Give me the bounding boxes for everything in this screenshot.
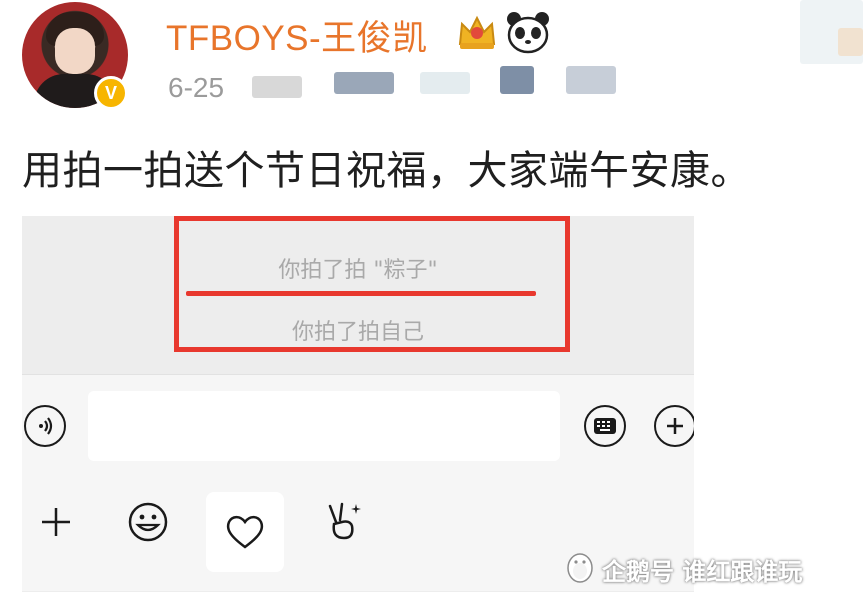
watermark-text: 企鹅号 谁红跟谁玩	[602, 558, 803, 586]
message-input[interactable]	[88, 391, 560, 461]
blurred-source	[420, 72, 470, 94]
highlight-box	[174, 216, 570, 352]
post-time: 6-25	[168, 72, 225, 103]
heart-tile[interactable]	[206, 492, 284, 572]
voice-icon[interactable]	[24, 405, 66, 447]
emoji-icon[interactable]	[126, 500, 170, 544]
penguin-logo-icon	[567, 553, 593, 583]
blurred-source	[566, 66, 616, 94]
victory-hand-icon[interactable]	[322, 500, 366, 544]
add-circle-icon[interactable]	[654, 405, 694, 447]
verified-badge-icon: V	[94, 76, 128, 110]
chat-screenshot: 你拍了拍 "粽子" 你拍了拍自己	[22, 216, 694, 592]
heart-icon	[226, 515, 264, 549]
crown-icon	[458, 15, 496, 49]
blurred-source	[334, 72, 394, 94]
keyboard-icon[interactable]	[584, 405, 626, 447]
blurred-source	[252, 76, 302, 98]
blurred-corner	[838, 28, 863, 56]
blurred-source	[500, 66, 534, 94]
panda-icon	[507, 12, 549, 54]
avatar-face	[55, 28, 95, 74]
post-content: 用拍一拍送个节日祝福，大家端午安康。	[22, 148, 751, 194]
plus-icon[interactable]	[34, 500, 78, 544]
strikethrough-line	[186, 291, 536, 296]
username[interactable]: TFBOYS-王俊凯	[166, 10, 428, 61]
